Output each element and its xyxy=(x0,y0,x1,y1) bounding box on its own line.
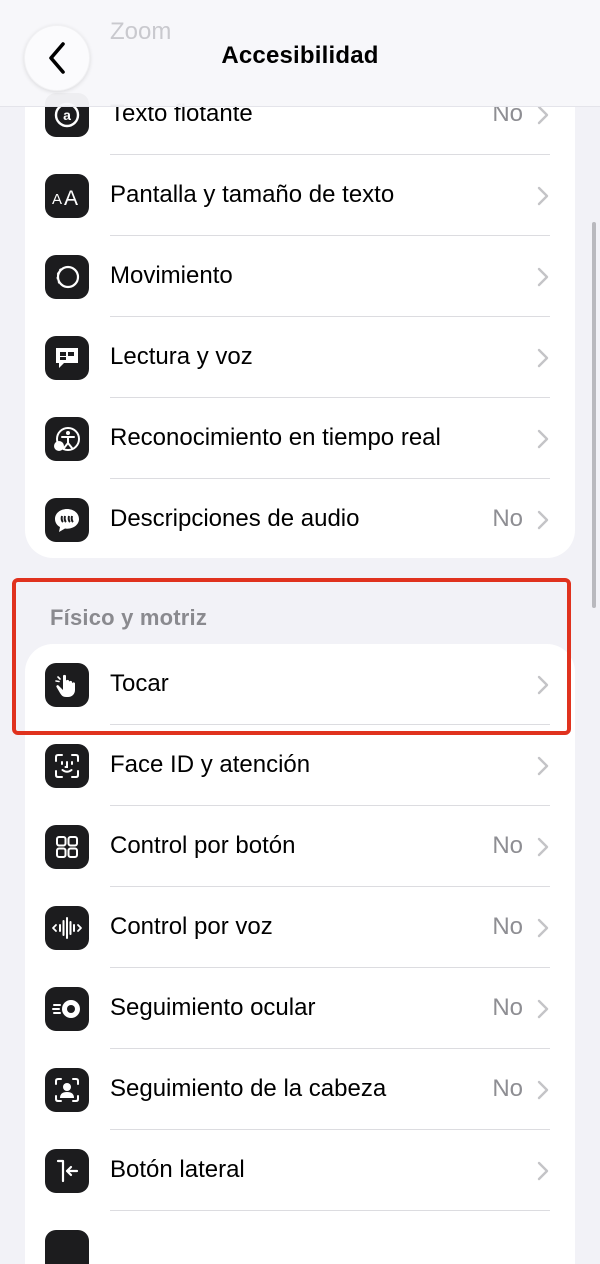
setting-row-eye-tracking[interactable]: Seguimiento ocular No xyxy=(25,968,575,1049)
chevron-right-icon xyxy=(537,429,549,449)
setting-label: Face ID y atención xyxy=(110,751,311,778)
chevron-right-icon xyxy=(537,267,549,287)
setting-row-voice-control[interactable]: Control por voz No xyxy=(25,887,575,968)
chevron-right-icon xyxy=(537,348,549,368)
setting-row-text-size[interactable]: A A Pantalla y tamaño de texto xyxy=(25,155,575,236)
setting-label: Control por botón xyxy=(110,832,296,859)
setting-row-side-button[interactable]: Botón lateral xyxy=(25,1130,575,1211)
switch-control-icon xyxy=(45,825,89,869)
setting-label: Pantalla y tamaño de texto xyxy=(110,181,395,208)
chevron-right-icon xyxy=(537,105,549,125)
setting-label: Control por voz xyxy=(110,913,273,940)
setting-label: Descripciones de audio xyxy=(110,505,360,532)
chevron-right-icon xyxy=(537,510,549,530)
scroll-indicator[interactable] xyxy=(592,222,596,608)
svg-text:a: a xyxy=(63,107,71,123)
setting-label: Reconocimiento en tiempo real xyxy=(110,424,441,451)
chevron-right-icon xyxy=(537,999,549,1019)
vision-settings-group: a Texto flotante No A A Pantalla y tamañ… xyxy=(25,70,575,558)
chevron-right-icon xyxy=(537,756,549,776)
voice-control-icon xyxy=(45,906,89,950)
setting-label: Lectura y voz xyxy=(110,343,253,370)
chevron-right-icon xyxy=(537,186,549,206)
setting-value: No xyxy=(492,1075,523,1102)
side-button-icon xyxy=(45,1149,89,1193)
svg-text:A: A xyxy=(64,187,78,210)
setting-value: No xyxy=(492,994,523,1021)
speech-bubble-icon xyxy=(45,336,89,380)
setting-label: Botón lateral xyxy=(110,1156,245,1183)
setting-row-audio-descriptions[interactable]: Descripciones de audio No xyxy=(25,479,575,558)
setting-value: No xyxy=(492,913,523,940)
physical-motor-settings-group: Tocar Face ID y atención Control por bot… xyxy=(25,644,575,1264)
face-id-icon xyxy=(45,744,89,788)
setting-row-motion[interactable]: Movimiento xyxy=(25,236,575,317)
head-tracking-icon xyxy=(45,1068,89,1112)
section-header-physical-motor: Físico y motriz xyxy=(50,605,208,630)
partial-row-icon xyxy=(45,1230,89,1264)
setting-label: Seguimiento de la cabeza xyxy=(110,1075,387,1102)
setting-value: No xyxy=(492,505,523,532)
setting-row-spoken-content[interactable]: Lectura y voz xyxy=(25,317,575,398)
svg-text:A: A xyxy=(52,191,62,208)
chevron-right-icon xyxy=(537,675,549,695)
navigation-bar: Zoom Accesibilidad xyxy=(0,0,600,107)
touch-hand-icon xyxy=(45,663,89,707)
setting-label: Movimiento xyxy=(110,262,233,289)
setting-row-face-id[interactable]: Face ID y atención xyxy=(25,725,575,806)
chevron-right-icon xyxy=(537,1080,549,1100)
page-title: Accesibilidad xyxy=(221,42,379,69)
setting-value: No xyxy=(492,832,523,859)
audio-description-icon xyxy=(45,498,89,542)
chevron-right-icon xyxy=(537,837,549,857)
live-recognition-icon xyxy=(45,417,89,461)
setting-row-head-tracking[interactable]: Seguimiento de la cabeza No xyxy=(25,1049,575,1130)
eye-tracking-icon xyxy=(45,987,89,1031)
setting-row-partial[interactable] xyxy=(25,1211,575,1264)
setting-label: Seguimiento ocular xyxy=(110,994,316,1021)
chevron-right-icon xyxy=(537,918,549,938)
motion-icon xyxy=(45,255,89,299)
setting-row-live-recognition[interactable]: Reconocimiento en tiempo real xyxy=(25,398,575,479)
text-size-icon: A A xyxy=(45,174,89,218)
setting-row-touch[interactable]: Tocar xyxy=(25,644,575,725)
setting-row-switch-control[interactable]: Control por botón No xyxy=(25,806,575,887)
setting-label: Tocar xyxy=(110,670,169,697)
chevron-right-icon xyxy=(537,1161,549,1181)
